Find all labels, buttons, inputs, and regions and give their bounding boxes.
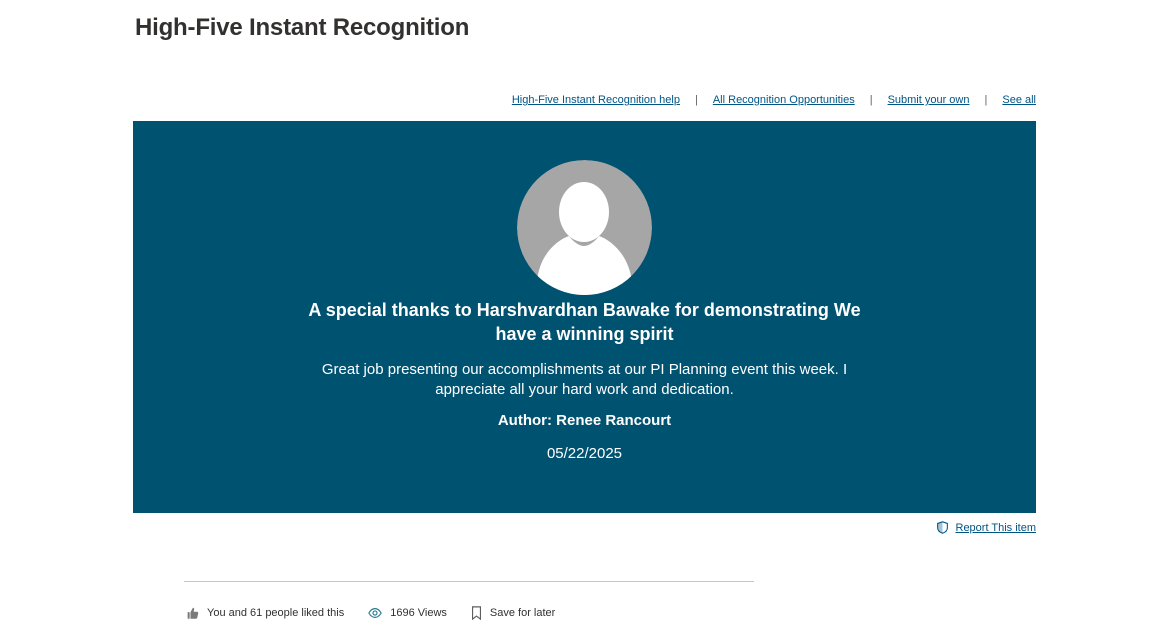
- report-item: Report This item: [936, 521, 1037, 534]
- page-title: High-Five Instant Recognition: [135, 14, 470, 41]
- see-all-link[interactable]: See all: [1002, 94, 1036, 106]
- avatar: [517, 160, 652, 295]
- recognition-author: Author: Renee Rancourt: [497, 412, 672, 429]
- recognition-message: Great job presenting our accomplishments…: [321, 361, 848, 398]
- recognition-opportunities-link[interactable]: All Recognition Opportunities: [713, 94, 855, 106]
- recognition-banner: A special thanks to Harshvardhan Bawake …: [133, 121, 1036, 513]
- thumbs-up-icon: [186, 606, 199, 620]
- views-info: 1696 Views: [368, 607, 447, 619]
- submit-your-own-link[interactable]: Submit your own: [888, 94, 970, 106]
- divider: [184, 581, 754, 582]
- save-for-later-label: Save for later: [489, 607, 556, 619]
- views-count-text: 1696 Views: [390, 607, 447, 619]
- like-button[interactable]: You and 61 people liked this: [186, 606, 344, 620]
- top-links-nav: High-Five Instant Recognition help | All…: [512, 94, 1036, 106]
- recipient-name: Harshvardhan Bawake: [476, 300, 670, 320]
- link-separator: |: [694, 94, 698, 106]
- headline-middle: for demonstrating: [674, 300, 829, 320]
- social-bar: You and 61 people liked this 1696 Views …: [186, 606, 579, 620]
- eye-icon: [368, 607, 382, 619]
- save-for-later-button[interactable]: Save for later: [471, 606, 555, 620]
- link-separator: |: [984, 94, 988, 106]
- shield-icon: [936, 521, 949, 534]
- recognition-date: 05/22/2025: [546, 445, 623, 462]
- report-link[interactable]: Report This item: [956, 522, 1037, 534]
- recognition-headline: A special thanks to Harshvardhan Bawake …: [303, 298, 866, 346]
- headline-prefix: A special thanks to: [308, 300, 472, 320]
- likes-count-text: You and 61 people liked this: [207, 607, 345, 619]
- link-separator: |: [869, 94, 873, 106]
- bookmark-icon: [471, 606, 482, 620]
- help-link[interactable]: High-Five Instant Recognition help: [512, 94, 680, 106]
- person-placeholder-icon: [517, 160, 652, 295]
